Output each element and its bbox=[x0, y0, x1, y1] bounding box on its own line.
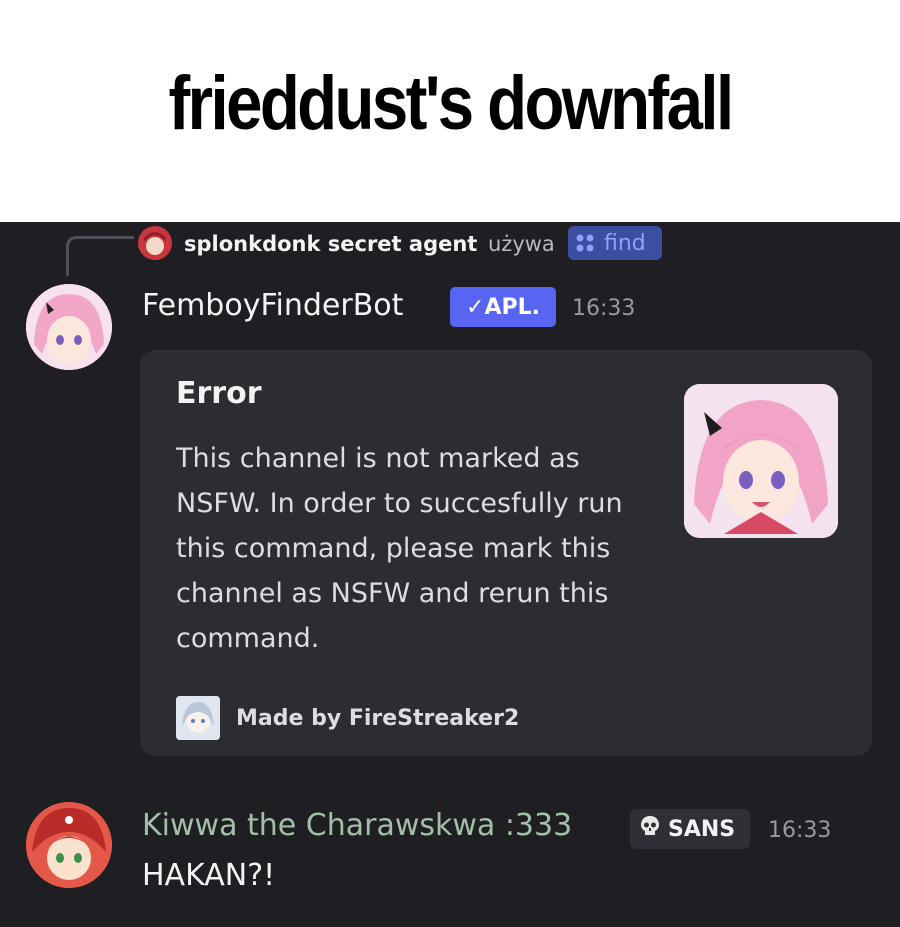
reply-avatar[interactable] bbox=[138, 226, 172, 260]
error-embed: Error This channel is not marked as NSFW… bbox=[140, 350, 872, 756]
user-timestamp: 16:33 bbox=[768, 818, 832, 843]
footer-avatar-icon bbox=[176, 696, 220, 740]
reply-spine bbox=[66, 236, 134, 276]
caption-area: frieddust's downfall bbox=[0, 0, 900, 222]
slash-command-pill[interactable]: find bbox=[568, 226, 662, 260]
embed-title: Error bbox=[176, 376, 262, 411]
user-message-content: HAKAN?! bbox=[142, 858, 276, 893]
bot-timestamp: 16:33 bbox=[572, 296, 636, 321]
slash-command-label: find bbox=[604, 230, 646, 256]
meme-caption: frieddust's downfall bbox=[168, 61, 734, 146]
embed-thumbnail[interactable] bbox=[684, 384, 838, 538]
embed-description: This channel is not marked as NSFW. In o… bbox=[176, 443, 623, 654]
bot-avatar[interactable] bbox=[26, 284, 112, 370]
skull-icon bbox=[638, 814, 662, 844]
server-tag-label: SANS bbox=[668, 816, 736, 842]
slash-command-icon bbox=[574, 232, 596, 254]
reply-verb: używa bbox=[488, 232, 555, 256]
embed-footer-text: Made by FireStreaker2 bbox=[236, 706, 520, 731]
discord-chat: splonkdonk secret agent używa find Fembo… bbox=[0, 222, 900, 927]
app-badge: ✓APL. bbox=[450, 287, 556, 327]
bot-author-name[interactable]: FemboyFinderBot bbox=[142, 288, 403, 323]
user-author-name[interactable]: Kiwwa the Charawskwa :333 bbox=[142, 808, 572, 843]
user-avatar[interactable] bbox=[26, 802, 112, 888]
reply-author[interactable]: splonkdonk secret agent bbox=[184, 232, 477, 256]
server-tag-badge[interactable]: SANS bbox=[630, 809, 750, 849]
